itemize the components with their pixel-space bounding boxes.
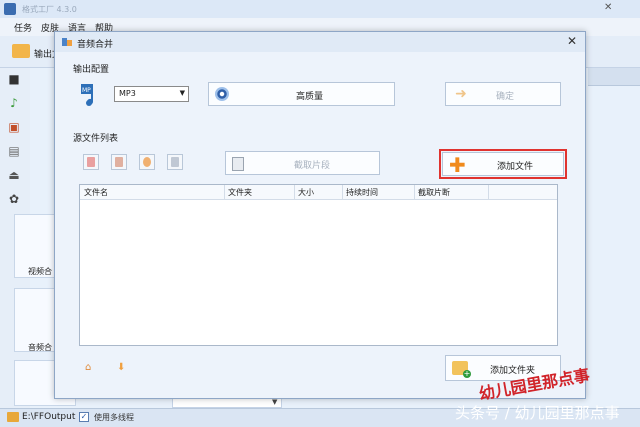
- quality-icon: [215, 87, 229, 101]
- app-logo-icon: [4, 3, 16, 15]
- clear-list-button[interactable]: [111, 154, 127, 170]
- col-clip[interactable]: 截取片断: [418, 187, 450, 198]
- app-titlebar: 格式工厂 4.3.0 ✕: [0, 0, 640, 18]
- format-select-value: MP3: [119, 89, 136, 98]
- col-size[interactable]: 大小: [298, 187, 314, 198]
- clip-button-label: 截取片段: [294, 161, 331, 171]
- app-title: 格式工厂 4.3.0: [22, 5, 77, 14]
- multithread-checkbox[interactable]: ✓: [79, 412, 89, 422]
- close-window-icon[interactable]: ✕: [604, 2, 612, 13]
- clip-icon: [232, 157, 244, 171]
- move-up-icon[interactable]: ⌂: [85, 362, 91, 373]
- document-icon[interactable]: ▤: [7, 144, 21, 158]
- svg-text:MP: MP: [82, 87, 91, 94]
- watermark-white: 头条号 / 幼儿园里那点事: [455, 404, 620, 422]
- dropdown-arrow-icon: ▼: [272, 398, 278, 406]
- col-divider: [224, 185, 225, 200]
- remove-file-button[interactable]: [83, 154, 99, 170]
- col-folder[interactable]: 文件夹: [228, 187, 252, 198]
- source-file-table[interactable]: 文件名 文件夹 大小 持续时间 截取片断: [79, 184, 558, 346]
- status-output-path: E:\FFOutput: [22, 412, 76, 422]
- dialog-titlebar: 音频合并 ✕: [55, 32, 585, 52]
- col-filename[interactable]: 文件名: [84, 187, 108, 198]
- picture-icon[interactable]: ▣: [7, 120, 21, 134]
- status-folder-icon[interactable]: [7, 412, 19, 422]
- audio-merge-icon: [62, 38, 72, 46]
- col-divider: [342, 185, 343, 200]
- audio-merge-label: 音频合: [28, 343, 52, 352]
- col-divider: [488, 185, 489, 200]
- source-list-label: 源文件列表: [73, 134, 119, 144]
- folder-add-icon: [452, 361, 471, 378]
- quality-button-label: 高质量: [296, 92, 324, 102]
- confirm-button[interactable]: ➜ 确定: [445, 82, 561, 106]
- play-button[interactable]: [139, 154, 155, 170]
- music-icon[interactable]: ♪: [7, 96, 21, 110]
- arrow-right-icon: ➜: [455, 86, 467, 102]
- multithread-label: 使用多线程: [94, 413, 134, 422]
- audio-merge-dialog: 音频合并 ✕ 输出配置 MP MP3 ▼ 高质量 ➜ 确定 源文件列表 截取片段…: [54, 31, 586, 399]
- disc-drive-icon[interactable]: ⏏: [7, 168, 21, 182]
- col-divider: [294, 185, 295, 200]
- video-icon[interactable]: ■: [7, 72, 21, 86]
- add-file-highlight: [439, 149, 567, 179]
- media-info-button[interactable]: [167, 154, 183, 170]
- output-folder-icon[interactable]: [12, 44, 30, 58]
- output-config-label: 输出配置: [73, 65, 110, 75]
- tools-icon[interactable]: ✿: [7, 192, 21, 206]
- quality-button[interactable]: 高质量: [208, 82, 395, 106]
- col-divider: [414, 185, 415, 200]
- format-select[interactable]: MP3 ▼: [114, 86, 189, 102]
- close-icon[interactable]: ✕: [567, 34, 577, 48]
- confirm-button-label: 确定: [496, 92, 515, 102]
- col-duration[interactable]: 持续时间: [346, 187, 378, 198]
- chevron-down-icon: ▼: [179, 89, 185, 97]
- mp3-format-icon: MP: [81, 84, 93, 106]
- move-down-icon[interactable]: ⬇: [117, 362, 125, 373]
- video-merge-label: 视频合: [28, 267, 52, 276]
- right-panel-header: [588, 68, 640, 86]
- dialog-title: 音频合并: [77, 40, 114, 50]
- menu-task[interactable]: 任务: [14, 21, 32, 34]
- clip-button[interactable]: 截取片段: [225, 151, 380, 175]
- table-header: 文件名 文件夹 大小 持续时间 截取片断: [80, 185, 557, 200]
